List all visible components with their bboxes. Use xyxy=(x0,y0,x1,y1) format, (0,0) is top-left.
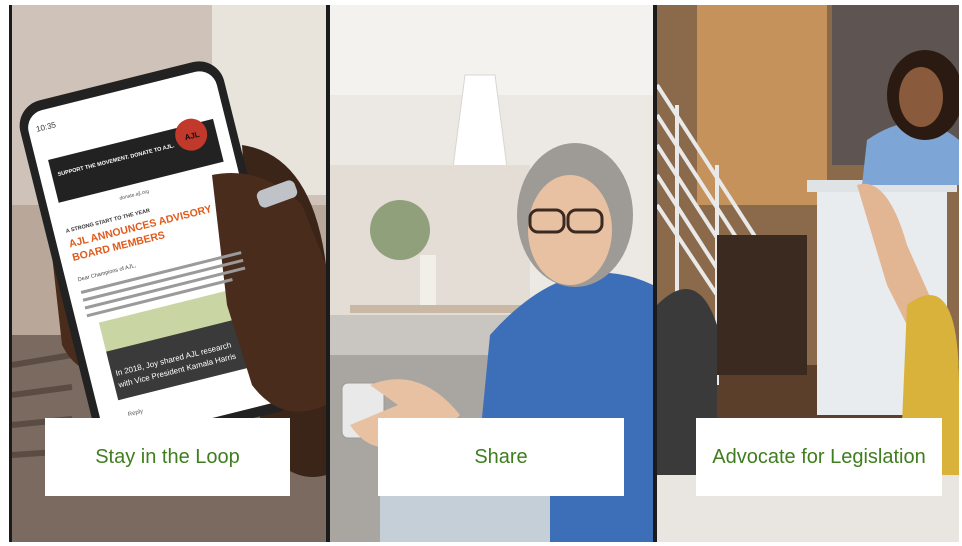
stay-in-the-loop-button[interactable]: Stay in the Loop xyxy=(45,418,290,496)
share-button[interactable]: Share xyxy=(378,418,624,496)
advocate-for-legislation-button[interactable]: Advocate for Legislation xyxy=(696,418,942,496)
